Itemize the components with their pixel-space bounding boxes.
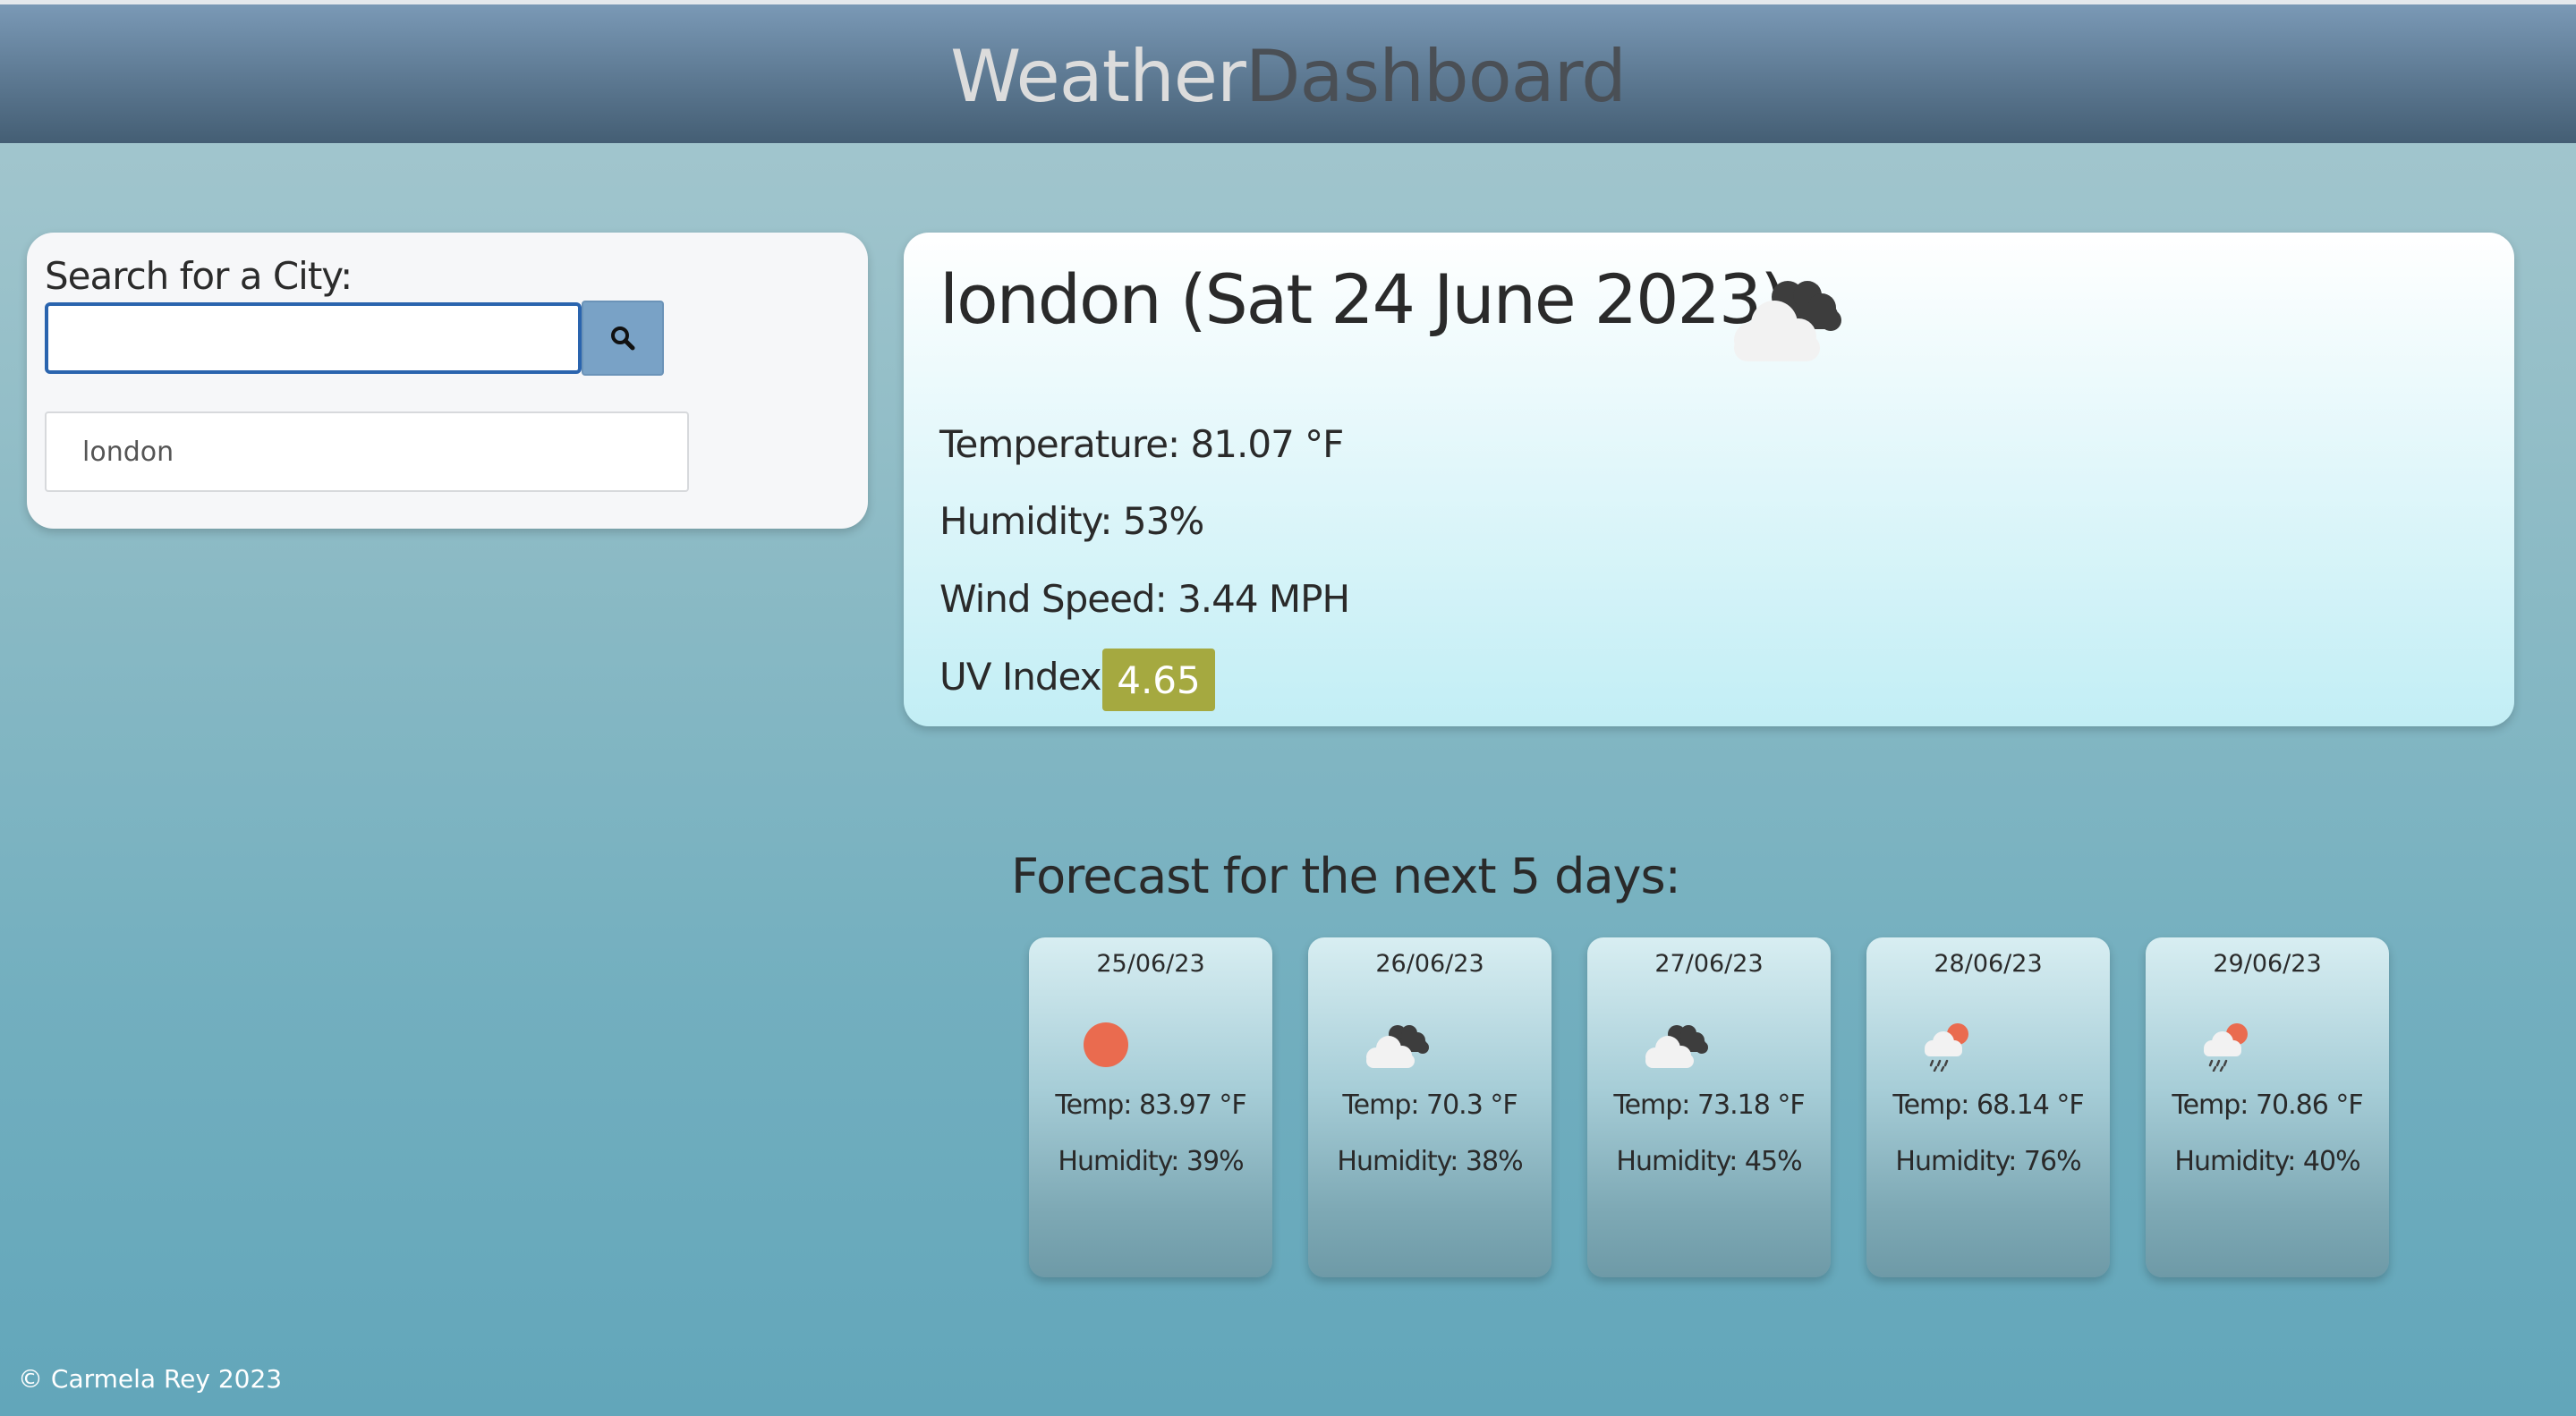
forecast-temp: Temp: 83.97 °F: [1055, 1090, 1246, 1121]
forecast-date: 29/06/23: [2213, 950, 2322, 978]
forecast-temp: Temp: 70.86 °F: [2172, 1090, 2363, 1121]
forecast-date: 26/06/23: [1375, 950, 1484, 978]
forecast-card: 25/06/23 Temp: 83.97 °F Humidity: 39%: [1029, 937, 1272, 1277]
forecast-date: 28/06/23: [1934, 950, 2043, 978]
sun-rain-icon: [1925, 1023, 1968, 1072]
city-search-input[interactable]: [45, 302, 582, 374]
current-humidity: Humidity: 53%: [939, 499, 1204, 543]
app-header: WeatherDashboard: [0, 0, 2576, 143]
sun-rain-icon: [2204, 1023, 2248, 1072]
app-title-part2: Dashboard: [1245, 35, 1627, 118]
forecast-temp: Temp: 73.18 °F: [1613, 1090, 1805, 1121]
search-label: Search for a City:: [45, 254, 353, 298]
search-icon: [611, 326, 635, 351]
search-history-item[interactable]: london: [45, 411, 689, 492]
clear-sun-icon: [1084, 1022, 1128, 1067]
forecast-temp: Temp: 70.3 °F: [1342, 1090, 1518, 1121]
app-title: WeatherDashboard: [950, 35, 1627, 118]
broken-clouds-icon: [1366, 1025, 1429, 1068]
app-title-part1: Weather: [950, 35, 1246, 118]
forecast-humidity: Humidity: 45%: [1616, 1146, 1802, 1177]
broken-clouds-icon: [1734, 281, 1841, 361]
forecast-card: 29/06/23 Temp: 70.86 °F Humidity: 40%: [2146, 937, 2389, 1277]
forecast-humidity: Humidity: 38%: [1337, 1146, 1523, 1177]
current-wind-speed: Wind Speed: 3.44 MPH: [939, 577, 1350, 621]
forecast-humidity: Humidity: 39%: [1058, 1146, 1244, 1177]
footer-copyright: © Carmela Rey 2023: [18, 1364, 283, 1394]
search-panel: Search for a City: london: [27, 233, 868, 529]
current-uv-label: UV Index:: [939, 655, 1114, 699]
current-city-heading: london (Sat 24 June 2023): [939, 259, 1787, 339]
current-temperature: Temperature: 81.07 °F: [939, 422, 1344, 466]
forecast-humidity: Humidity: 76%: [1895, 1146, 2081, 1177]
forecast-card: 26/06/23 Temp: 70.3 °F Humidity: 38%: [1308, 937, 1552, 1277]
forecast-title: Forecast for the next 5 days:: [1011, 848, 1681, 904]
broken-clouds-icon: [1645, 1025, 1708, 1068]
forecast-humidity: Humidity: 40%: [2174, 1146, 2360, 1177]
forecast-card: 27/06/23 Temp: 73.18 °F Humidity: 45%: [1587, 937, 1831, 1277]
search-button[interactable]: [582, 301, 664, 376]
forecast-date: 25/06/23: [1096, 950, 1205, 978]
forecast-temp: Temp: 68.14 °F: [1892, 1090, 2084, 1121]
forecast-card: 28/06/23 Temp: 68.14 °F Humidity: 76%: [1866, 937, 2110, 1277]
current-weather-card: london (Sat 24 June 2023) Temperature: 8…: [904, 233, 2514, 726]
forecast-date: 27/06/23: [1654, 950, 1764, 978]
uv-index-badge: 4.65: [1102, 649, 1215, 711]
